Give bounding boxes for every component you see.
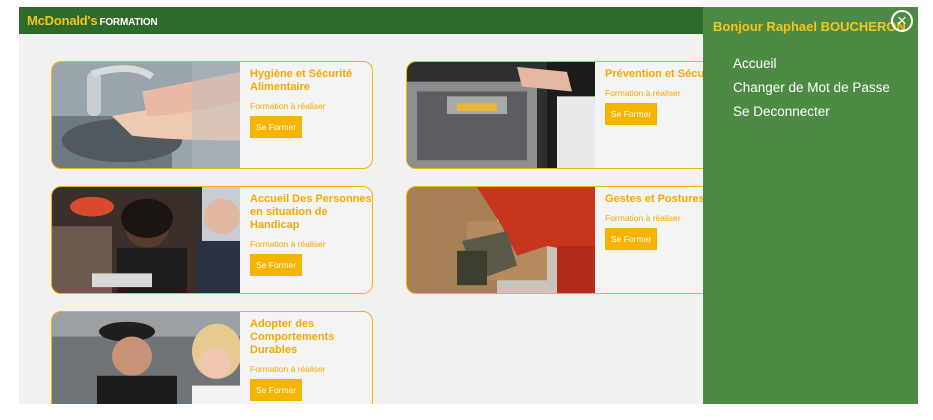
course-image-handicap — [52, 187, 240, 293]
se-former-button[interactable]: Se Former — [250, 116, 303, 138]
course-image-durables — [52, 312, 240, 404]
close-icon[interactable]: × — [891, 10, 913, 32]
course-card-prevention[interactable]: Prévention et Sécurité Formation à réali… — [406, 61, 728, 169]
course-image-hygiene — [52, 62, 240, 168]
user-drawer: Bonjour Raphael BOUCHERON × Accueil Chan… — [703, 7, 918, 404]
drawer-menu: Accueil Changer de Mot de Passe Se Decon… — [733, 56, 890, 128]
se-former-button[interactable]: Se Former — [250, 379, 303, 401]
menu-item-logout[interactable]: Se Deconnecter — [733, 104, 890, 119]
course-title: Adopter des Comportements Durables — [250, 318, 335, 356]
course-card-gestes[interactable]: Gestes et Postures Formation à réaliser … — [406, 186, 728, 294]
brand-suffix: FORMATION — [99, 17, 158, 28]
se-former-button[interactable]: Se Former — [250, 254, 303, 276]
course-card-durables[interactable]: Adopter des Comportements Durables Forma… — [51, 311, 373, 404]
course-image-prevention — [407, 62, 595, 168]
course-image-gestes — [407, 187, 595, 293]
course-info: Accueil Des Personnes en situation de Ha… — [250, 193, 372, 276]
se-former-button[interactable]: Se Former — [605, 228, 658, 250]
course-title: Accueil Des Personnes en situation de Ha… — [250, 193, 372, 231]
menu-item-change-password[interactable]: Changer de Mot de Passe — [733, 80, 890, 95]
course-status: Formation à réaliser — [250, 364, 326, 374]
se-former-button[interactable]: Se Former — [605, 103, 658, 125]
brand-name: McDonald's — [27, 13, 98, 28]
user-greeting: Bonjour Raphael BOUCHERON — [713, 19, 906, 34]
course-info: Hygiène et Sécurité Alimentaire Formatio… — [250, 68, 372, 138]
course-status: Formation à réaliser — [250, 101, 326, 111]
course-info: Adopter des Comportements Durables Forma… — [250, 318, 372, 401]
course-card-handicap[interactable]: Accueil Des Personnes en situation de Ha… — [51, 186, 373, 294]
brand-logo[interactable]: McDonald's FORMATION — [27, 13, 158, 28]
menu-item-accueil[interactable]: Accueil — [733, 56, 890, 71]
course-status: Formation à réaliser — [250, 239, 326, 249]
course-card-hygiene[interactable]: Hygiène et Sécurité Alimentaire Formatio… — [51, 61, 373, 169]
course-title: Hygiène et Sécurité Alimentaire — [250, 68, 353, 93]
